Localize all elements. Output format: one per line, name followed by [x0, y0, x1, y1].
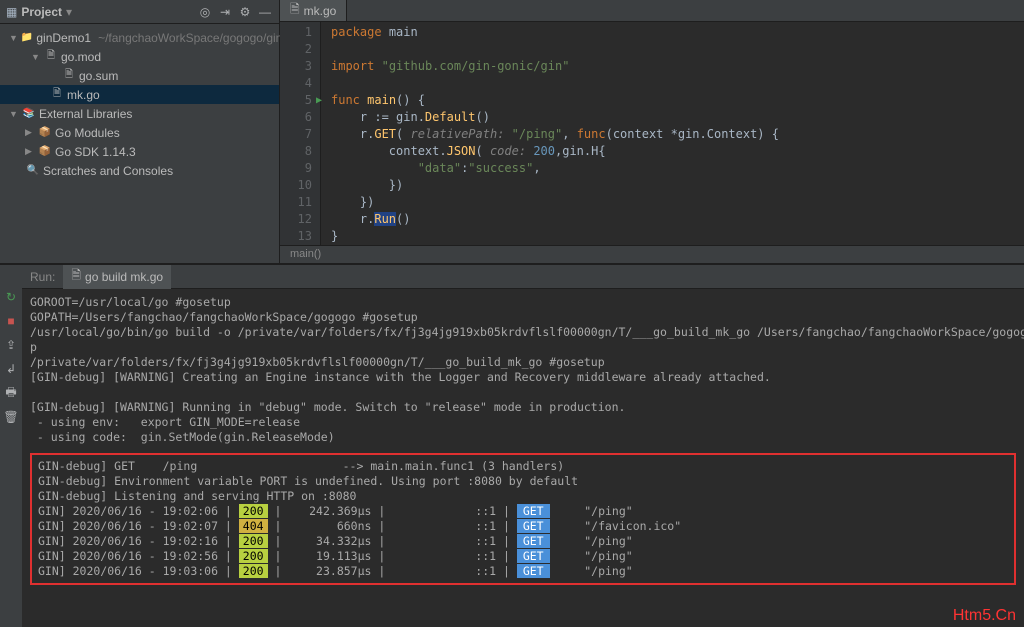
run-config-tab[interactable]: 🗎 go build mk.go — [63, 265, 171, 289]
project-tree: ▼📁ginDemo1~/fangchaoWorkSpace/gogogo/gin… — [0, 24, 279, 184]
sidebar-title: Project — [21, 5, 62, 19]
tree-item[interactable]: 🗎mk.go — [0, 85, 279, 104]
hide-icon[interactable]: — — [257, 4, 273, 20]
console-output[interactable]: GOROOT=/usr/local/go #gosetupGOPATH=/Use… — [22, 289, 1024, 627]
run-tab-label: go build mk.go — [85, 270, 163, 284]
sidebar-header: ▦ Project ▾ ◎ ⇥ ⚙ — — [0, 0, 279, 24]
tab-label: mk.go — [304, 4, 337, 18]
editor-tab-mkgo[interactable]: 🗎 mk.go — [280, 0, 347, 21]
run-toolbar: ↻ ■ ⇪ ↲ 🖶 🗑 — [0, 265, 22, 627]
tree-item[interactable]: ▼🗎go.mod — [0, 47, 279, 66]
tree-item[interactable]: ▶📦Go SDK 1.14.3 — [0, 142, 279, 161]
highlighted-log-box: GIN-debug] GET /ping --> main.main.func1… — [30, 453, 1016, 585]
run-label: Run: — [30, 270, 55, 284]
editor-tab-bar: 🗎 mk.go — [280, 0, 1024, 22]
attach-icon[interactable]: ⇪ — [3, 337, 19, 353]
folder-icon: ▦ — [6, 5, 17, 19]
print-icon[interactable]: 🖶 — [3, 385, 19, 401]
run-tool-window: ↻ ■ ⇪ ↲ 🖶 🗑 Run: 🗎 go build mk.go GOROOT… — [0, 263, 1024, 627]
rerun-icon[interactable]: ↻ — [3, 289, 19, 305]
editor-breadcrumb[interactable]: main() — [280, 245, 1024, 263]
run-header: Run: 🗎 go build mk.go — [22, 265, 1024, 289]
run-gutter-icon[interactable]: ▶ — [316, 92, 322, 109]
tree-item[interactable]: 🗎go.sum — [0, 66, 279, 85]
go-file-icon: 🗎 — [71, 266, 81, 287]
trash-icon[interactable]: 🗑 — [3, 409, 19, 425]
stop-icon[interactable]: ■ — [3, 313, 19, 329]
editor-body[interactable]: ▶ 12345678910111213 package main import … — [280, 22, 1024, 245]
editor-area: 🗎 mk.go ▶ 12345678910111213 package main… — [280, 0, 1024, 263]
watermark: Htm5.Cn — [953, 608, 1016, 623]
tree-item[interactable]: ▶📦Go Modules — [0, 123, 279, 142]
target-icon[interactable]: ◎ — [197, 4, 213, 20]
gear-icon[interactable]: ⚙ — [237, 4, 253, 20]
go-file-icon: 🗎 — [290, 0, 300, 21]
dropdown-icon[interactable]: ▾ — [66, 5, 72, 19]
tree-item[interactable]: 🔍Scratches and Consoles — [0, 161, 279, 180]
tree-item[interactable]: ▼📚External Libraries — [0, 104, 279, 123]
line-gutter: ▶ 12345678910111213 — [280, 22, 320, 245]
code-content[interactable]: package main import "github.com/gin-goni… — [320, 22, 1024, 245]
tree-item[interactable]: ▼📁ginDemo1~/fangchaoWorkSpace/gogogo/gin… — [0, 28, 279, 47]
collapse-icon[interactable]: ⇥ — [217, 4, 233, 20]
project-sidebar: ▦ Project ▾ ◎ ⇥ ⚙ — ▼📁ginDemo1~/fangchao… — [0, 0, 280, 263]
wrap-icon[interactable]: ↲ — [3, 361, 19, 377]
